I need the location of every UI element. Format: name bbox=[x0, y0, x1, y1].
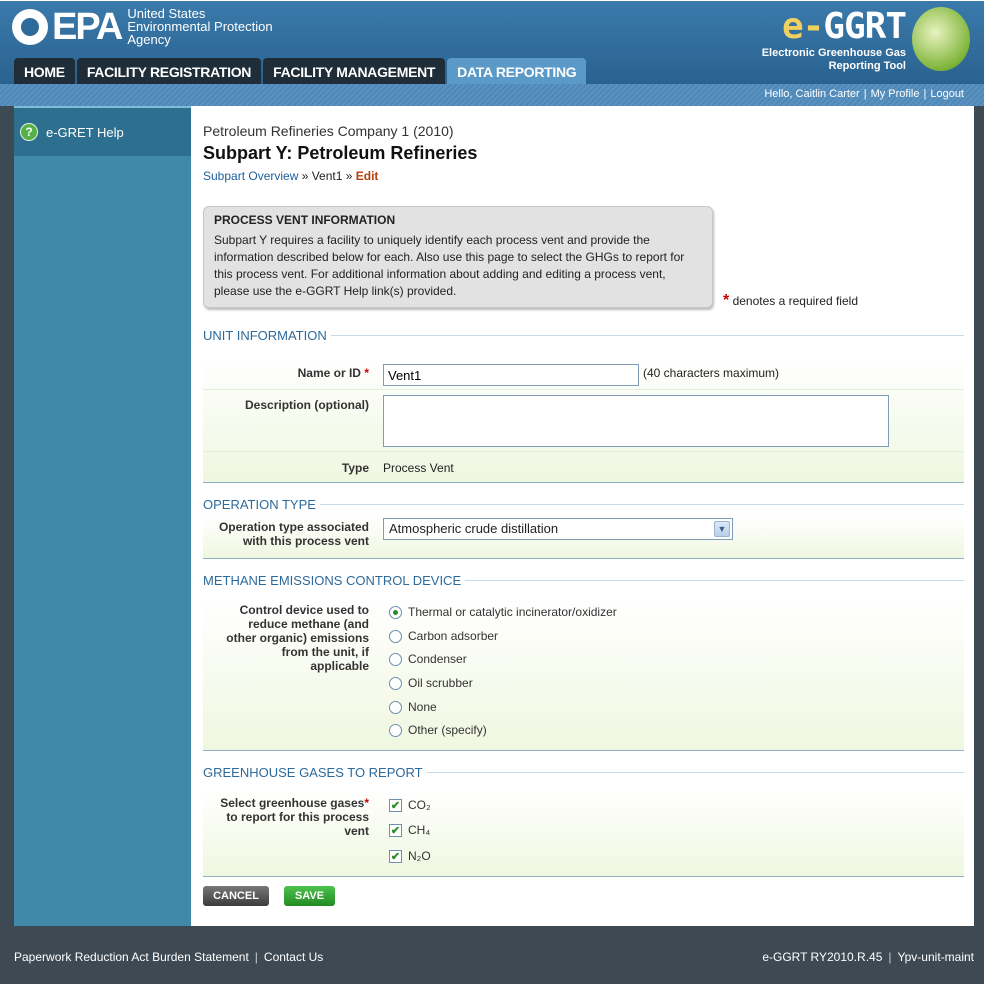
name-hint: (40 characters maximum) bbox=[643, 366, 780, 380]
radio-oil-scrubber[interactable]: Oil scrubber bbox=[389, 676, 473, 690]
radio-button[interactable] bbox=[389, 652, 402, 666]
section-unit-information: UNIT INFORMATION bbox=[203, 328, 964, 343]
section-methane-control-device: METHANE EMISSIONS CONTROL DEVICE bbox=[203, 573, 964, 588]
cancel-button[interactable]: CANCEL bbox=[203, 886, 269, 906]
radio-carbon-adsorber[interactable]: Carbon adsorber bbox=[389, 629, 498, 643]
tab-facility-management[interactable]: FACILITY MANAGEMENT bbox=[263, 58, 446, 85]
type-label: Type bbox=[341, 461, 369, 475]
eggrt-logo: e-GGRT Electronic Greenhouse Gas Reporti… bbox=[762, 7, 970, 73]
agency-name: United States Environmental Protection A… bbox=[127, 6, 273, 47]
contact-us-link[interactable]: Contact Us bbox=[264, 950, 323, 964]
tab-facility-registration[interactable]: FACILITY REGISTRATION bbox=[76, 58, 262, 85]
radio-button-selected[interactable] bbox=[389, 605, 402, 619]
radio-none[interactable]: None bbox=[389, 700, 437, 714]
paperwork-link[interactable]: Paperwork Reduction Act Burden Statement bbox=[14, 950, 249, 964]
checkbox-co2[interactable]: ✔ CO₂ bbox=[389, 798, 431, 812]
checkbox-n2o[interactable]: ✔ N₂O bbox=[389, 849, 431, 863]
epa-wordmark: EPA bbox=[52, 5, 123, 48]
methane-control-panel: Control device used to reduce methane (a… bbox=[203, 596, 964, 751]
epa-logo[interactable]: EPA United States Environmental Protecti… bbox=[12, 7, 273, 46]
breadcrumb-subpart-overview[interactable]: Subpart Overview bbox=[203, 169, 298, 183]
app-subtitle-line2: Reporting Tool bbox=[828, 60, 906, 72]
page-id-label: Ypv-unit-maint bbox=[897, 950, 974, 964]
breadcrumb-vent: Vent1 bbox=[311, 169, 343, 183]
save-button[interactable]: SAVE bbox=[284, 886, 335, 906]
checkmark-icon[interactable]: ✔ bbox=[389, 798, 402, 812]
epa-flower-icon bbox=[12, 8, 48, 45]
checkmark-icon[interactable]: ✔ bbox=[389, 823, 402, 837]
sidebar-item-label: e-GRET Help bbox=[46, 124, 124, 140]
greenhouse-gases-panel: Select greenhouse gases* to report for t… bbox=[203, 789, 964, 877]
process-vent-info-box: PROCESS VENT INFORMATION Subpart Y requi… bbox=[203, 206, 713, 308]
help-icon: ? bbox=[20, 123, 38, 141]
egret-logo-icon bbox=[912, 7, 970, 71]
operation-type-label: Operation type associated with this proc… bbox=[218, 520, 369, 548]
description-input[interactable] bbox=[383, 395, 889, 447]
main-content: Petroleum Refineries Company 1 (2010) Su… bbox=[191, 106, 974, 926]
my-profile-link[interactable]: My Profile bbox=[871, 88, 920, 100]
radio-other[interactable]: Other (specify) bbox=[389, 723, 487, 737]
radio-button[interactable] bbox=[389, 700, 402, 714]
site-footer: Paperwork Reduction Act Burden Statement… bbox=[0, 926, 984, 984]
checkmark-icon[interactable]: ✔ bbox=[389, 849, 402, 863]
type-value: Process Vent bbox=[383, 461, 454, 475]
main-nav-tabs: HOME FACILITY REGISTRATION FACILITY MANA… bbox=[14, 58, 588, 85]
operation-type-selected: Atmospheric crude distillation bbox=[389, 521, 559, 536]
info-box-title: PROCESS VENT INFORMATION bbox=[214, 213, 396, 227]
radio-incinerator[interactable]: Thermal or catalytic incinerator/oxidize… bbox=[389, 605, 617, 619]
radio-button[interactable] bbox=[389, 629, 402, 643]
required-field-note: * denotes a required field bbox=[723, 292, 858, 309]
checkbox-ch4[interactable]: ✔ CH₄ bbox=[389, 823, 430, 837]
sidebar-item-egret-help[interactable]: ? e-GRET Help bbox=[14, 106, 191, 156]
radio-condenser[interactable]: Condenser bbox=[389, 652, 467, 666]
info-box-text: Subpart Y requires a facility to uniquel… bbox=[214, 233, 685, 298]
name-label: Name or ID * bbox=[297, 366, 369, 380]
unit-information-panel: Name or ID * (40 characters maximum) Des… bbox=[203, 356, 964, 483]
description-label: Description (optional) bbox=[245, 398, 369, 412]
section-operation-type: OPERATION TYPE bbox=[203, 497, 964, 512]
radio-button[interactable] bbox=[389, 723, 402, 737]
ghg-select-label: Select greenhouse gases* to report for t… bbox=[220, 796, 369, 838]
breadcrumb: Subpart Overview » Vent1 » Edit bbox=[203, 169, 379, 183]
chevron-down-icon[interactable]: ▼ bbox=[714, 521, 730, 537]
radio-button[interactable] bbox=[389, 676, 402, 690]
version-label: e-GGRT RY2010.R.45 bbox=[762, 950, 883, 964]
breadcrumb-current: Edit bbox=[355, 169, 379, 183]
logout-link[interactable]: Logout bbox=[930, 88, 964, 100]
name-input[interactable] bbox=[383, 364, 639, 386]
operation-type-select[interactable]: Atmospheric crude distillation ▼ bbox=[383, 518, 733, 540]
section-greenhouse-gases: GREENHOUSE GASES TO REPORT bbox=[203, 765, 964, 780]
control-device-label: Control device used to reduce methane (a… bbox=[226, 603, 369, 673]
site-header: EPA United States Environmental Protecti… bbox=[0, 0, 984, 85]
app-subtitle-line1: Electronic Greenhouse Gas bbox=[761, 47, 906, 59]
sidebar: ? e-GRET Help bbox=[14, 106, 191, 926]
app-title: e-GGRT bbox=[781, 6, 907, 47]
user-bar: Hello, Caitlin Carter | My Profile | Logout bbox=[0, 84, 984, 106]
tab-home[interactable]: HOME bbox=[14, 58, 75, 85]
user-greeting: Hello, Caitlin Carter bbox=[764, 88, 860, 100]
operation-type-panel: Operation type associated with this proc… bbox=[203, 516, 964, 559]
tab-data-reporting[interactable]: DATA REPORTING bbox=[447, 58, 587, 85]
facility-name: Petroleum Refineries Company 1 (2010) bbox=[203, 123, 454, 139]
page-title: Subpart Y: Petroleum Refineries bbox=[203, 143, 478, 163]
